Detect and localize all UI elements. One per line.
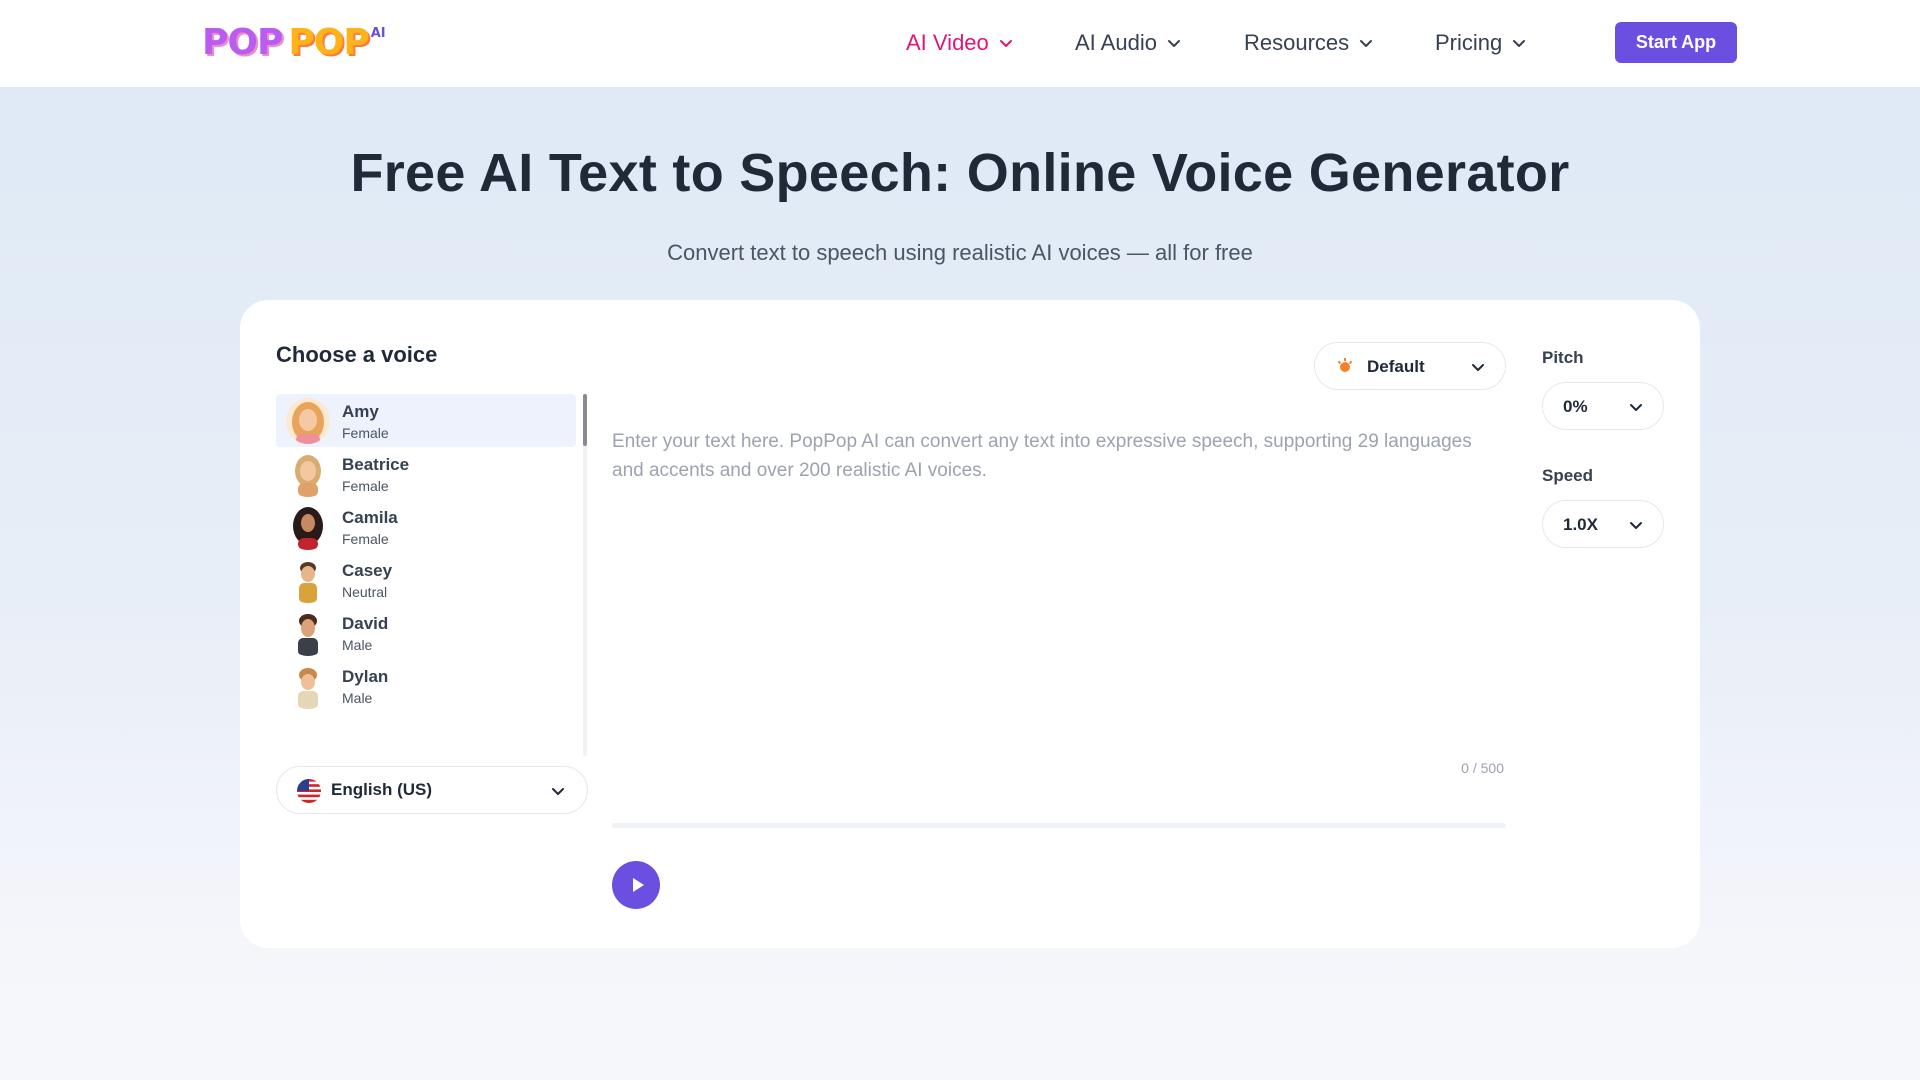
voice-item-beatrice[interactable]: Beatrice Female bbox=[276, 447, 576, 500]
chevron-down-icon bbox=[999, 36, 1013, 50]
voice-name: David bbox=[342, 614, 389, 633]
avatar bbox=[286, 663, 330, 709]
poppop-logo[interactable]: POP POP AI bbox=[202, 22, 386, 63]
voice-style-select[interactable]: Default bbox=[1314, 342, 1506, 390]
page-title: Free AI Text to Speech: Online Voice Gen… bbox=[350, 143, 1570, 203]
language-select[interactable]: English (US) bbox=[276, 766, 588, 814]
avatar bbox=[286, 504, 330, 550]
logo-ai-suffix: AI bbox=[370, 26, 386, 41]
speed-select[interactable]: 1.0X bbox=[1542, 500, 1664, 548]
choose-voice-heading: Choose a voice bbox=[276, 342, 438, 367]
voice-name: Casey bbox=[342, 561, 393, 580]
character-counter: 0 / 500 bbox=[1461, 760, 1504, 776]
language-label: English (US) bbox=[331, 780, 433, 799]
nav-ai-audio[interactable]: AI Audio bbox=[1075, 29, 1181, 57]
tts-card: Choose a voice Amy Female Beatrice Femal… bbox=[240, 300, 1700, 948]
chevron-down-icon bbox=[1167, 36, 1181, 50]
voice-item-casey[interactable]: Casey Neutral bbox=[276, 553, 576, 606]
chevron-down-icon bbox=[551, 784, 565, 798]
voice-item-dylan[interactable]: Dylan Male bbox=[276, 659, 576, 712]
pitch-select[interactable]: 0% bbox=[1542, 382, 1664, 430]
top-navbar: POP POP AI AI Video AI Audio Resources P… bbox=[0, 0, 1920, 87]
voice-list: Amy Female Beatrice Female Camila Female… bbox=[276, 394, 578, 756]
voice-gender: Male bbox=[342, 637, 373, 653]
logo-text-part1: POP bbox=[202, 22, 283, 63]
nav-ai-audio-label: AI Audio bbox=[1075, 30, 1157, 55]
voice-style-label: Default bbox=[1367, 357, 1425, 376]
chevron-down-icon bbox=[1629, 518, 1643, 532]
nav-ai-video[interactable]: AI Video bbox=[906, 29, 1013, 57]
avatar bbox=[286, 557, 330, 603]
voice-name: Beatrice bbox=[342, 455, 410, 474]
nav-pricing-label: Pricing bbox=[1435, 30, 1503, 55]
text-input[interactable] bbox=[612, 427, 1498, 727]
voice-name: Amy bbox=[342, 402, 379, 421]
voice-item-camila[interactable]: Camila Female bbox=[276, 500, 576, 553]
avatar bbox=[286, 451, 330, 497]
chevron-down-icon bbox=[1629, 400, 1643, 414]
playback-progress-bar[interactable] bbox=[612, 823, 1506, 828]
avatar bbox=[286, 610, 330, 656]
pitch-value: 0% bbox=[1563, 397, 1588, 416]
chevron-down-icon bbox=[1471, 360, 1485, 374]
voice-gender: Female bbox=[342, 478, 389, 494]
page-subtitle: Convert text to speech using realistic A… bbox=[667, 240, 1253, 265]
pitch-label: Pitch bbox=[1542, 348, 1584, 367]
us-flag-icon bbox=[297, 779, 321, 803]
scrollbar-thumb[interactable] bbox=[583, 394, 587, 446]
play-icon bbox=[632, 878, 644, 892]
voice-name: Dylan bbox=[342, 667, 389, 686]
avatar bbox=[286, 398, 330, 444]
nav-resources-label: Resources bbox=[1244, 30, 1350, 55]
voice-gender: Female bbox=[342, 425, 389, 441]
chevron-down-icon bbox=[1359, 36, 1373, 50]
voice-gender: Neutral bbox=[342, 584, 388, 600]
nav-resources[interactable]: Resources bbox=[1244, 29, 1373, 57]
style-emoji-icon bbox=[1335, 356, 1355, 376]
start-app-button[interactable]: Start App bbox=[1615, 22, 1737, 63]
play-button[interactable] bbox=[612, 861, 660, 909]
voice-gender: Male bbox=[342, 690, 373, 706]
voice-item-david[interactable]: David Male bbox=[276, 606, 576, 659]
logo-text-part2: POP bbox=[288, 22, 369, 63]
voice-gender: Female bbox=[342, 531, 389, 547]
voice-item-amy[interactable]: Amy Female bbox=[276, 394, 576, 447]
nav-pricing[interactable]: Pricing bbox=[1435, 29, 1526, 57]
speed-value: 1.0X bbox=[1563, 515, 1598, 534]
speed-label: Speed bbox=[1542, 466, 1594, 485]
voice-list-scrollbar[interactable] bbox=[583, 394, 587, 756]
chevron-down-icon bbox=[1512, 36, 1526, 50]
voice-name: Camila bbox=[342, 508, 398, 527]
nav-ai-video-label: AI Video bbox=[906, 30, 989, 55]
